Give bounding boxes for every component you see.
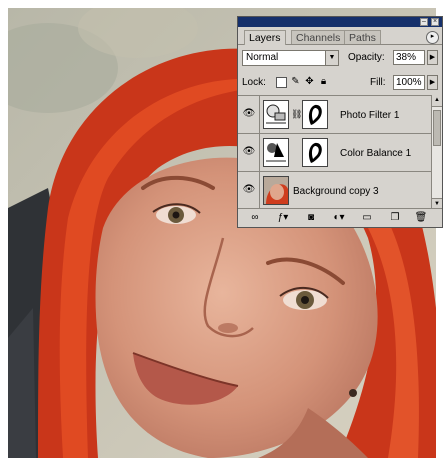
- palette-bottom-toolbar: ∞ ƒ▾ ◙ ◐▾ ▭ ❐ 🗑︎: [238, 208, 442, 227]
- layers-list: 👁︎ ⛓︎ Photo Filter 1 👁︎ Color Balance 1 …: [238, 95, 431, 211]
- portrait-thumbnail: [263, 176, 289, 205]
- palette-titlebar[interactable]: – ×: [238, 17, 442, 27]
- divider: [259, 172, 260, 210]
- divider: [259, 96, 260, 133]
- scroll-thumb[interactable]: [433, 110, 441, 146]
- new-layer-icon[interactable]: ❐: [388, 212, 402, 224]
- tab-layers[interactable]: Layers: [244, 30, 286, 45]
- lock-all-icon[interactable]: 🔒︎: [318, 76, 329, 87]
- palette-tabs: Layers Channels Paths ▸: [238, 27, 442, 45]
- layer-name: Color Balance 1: [340, 148, 412, 159]
- layer-row[interactable]: 👁︎ Color Balance 1: [238, 134, 431, 172]
- lock-brush-icon[interactable]: ✎: [290, 76, 301, 87]
- fill-slider-button[interactable]: ▶: [427, 75, 438, 90]
- new-group-icon[interactable]: ▭: [360, 212, 374, 224]
- layer-row[interactable]: 👁︎ Background copy 3: [238, 172, 431, 210]
- close-icon[interactable]: ×: [431, 18, 439, 26]
- opacity-label: Opacity:: [348, 52, 385, 63]
- lock-row: Lock: ✎ ✥ 🔒︎ Fill: 100% ▶: [238, 74, 442, 92]
- link-layers-icon[interactable]: ∞: [248, 212, 262, 224]
- eye-icon[interactable]: 👁︎: [241, 182, 257, 198]
- layer-row[interactable]: 👁︎ ⛓︎ Photo Filter 1: [238, 96, 431, 134]
- link-icon[interactable]: ⛓︎: [291, 109, 302, 120]
- scroll-up-icon[interactable]: ▲: [432, 95, 442, 107]
- eye-icon[interactable]: 👁︎: [241, 144, 257, 160]
- opacity-input[interactable]: 38%: [393, 50, 425, 65]
- add-mask-icon[interactable]: ◙: [304, 212, 318, 224]
- minimize-icon[interactable]: –: [420, 18, 428, 26]
- new-adjustment-layer-icon[interactable]: ◐▾: [332, 212, 346, 224]
- blend-mode-select[interactable]: Normal ▼: [242, 50, 339, 66]
- color-balance-adjustment-icon: [263, 138, 289, 167]
- delete-layer-icon[interactable]: 🗑︎: [414, 212, 428, 224]
- lock-move-icon[interactable]: ✥: [304, 76, 315, 87]
- layer-name: Photo Filter 1: [340, 110, 400, 121]
- layer-mask-thumbnail[interactable]: [302, 138, 328, 167]
- lock-label: Lock:: [242, 77, 266, 88]
- fill-input[interactable]: 100%: [393, 75, 425, 90]
- layers-palette: – × Layers Channels Paths ▸ Normal ▼ Opa…: [237, 16, 443, 228]
- layer-style-icon[interactable]: ƒ▾: [276, 212, 290, 224]
- palette-menu-icon[interactable]: ▸: [426, 31, 439, 44]
- fill-label: Fill:: [370, 77, 386, 88]
- layer-name: Background copy 3: [293, 186, 379, 197]
- layer-mask-thumbnail[interactable]: [302, 100, 328, 129]
- blend-mode-value: Normal: [246, 52, 279, 63]
- photo-filter-adjustment-icon: [263, 100, 289, 129]
- divider: [259, 134, 260, 171]
- lock-transparency-icon[interactable]: [276, 77, 287, 88]
- eye-icon[interactable]: 👁︎: [241, 106, 257, 122]
- tab-paths[interactable]: Paths: [344, 30, 381, 44]
- blend-row: Normal ▼ Opacity: 38% ▶: [238, 50, 442, 68]
- opacity-slider-button[interactable]: ▶: [427, 50, 438, 65]
- layers-scrollbar[interactable]: ▲ ▼: [431, 95, 442, 210]
- tab-channels[interactable]: Channels: [291, 30, 346, 44]
- chevron-down-icon: ▼: [325, 51, 338, 65]
